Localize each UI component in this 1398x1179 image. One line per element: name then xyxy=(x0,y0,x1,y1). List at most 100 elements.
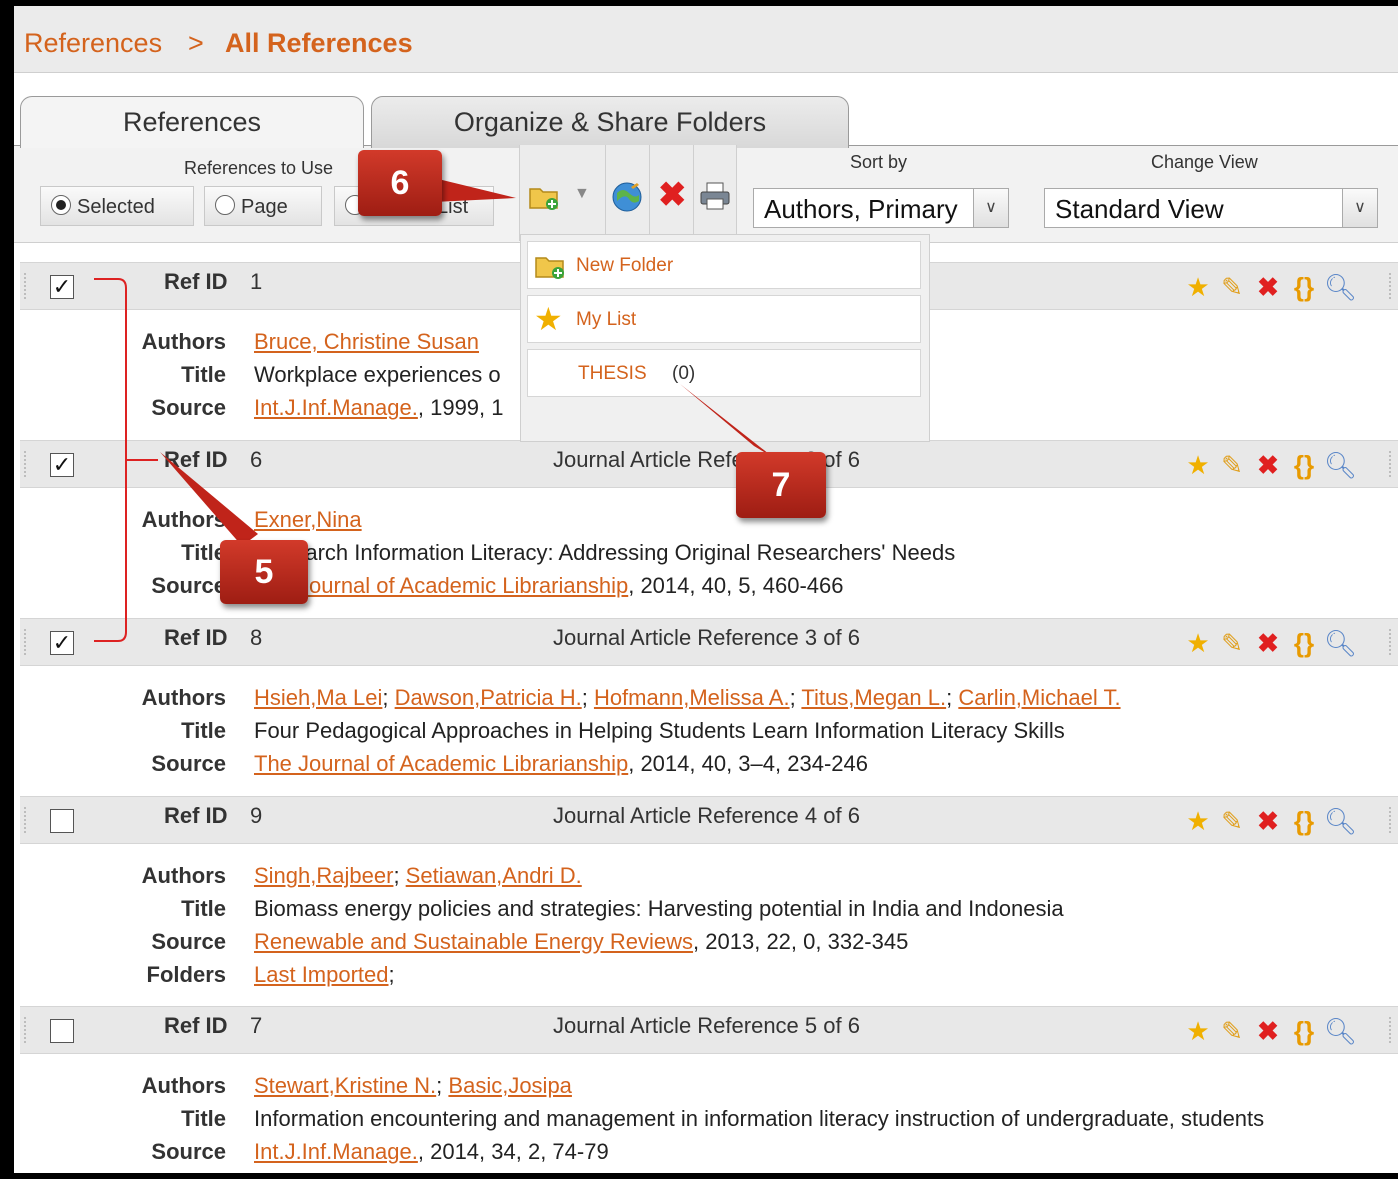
magnifier-icon[interactable]: 🔍︎ xyxy=(1324,628,1357,658)
drag-grip-icon[interactable] xyxy=(1389,451,1396,477)
callout-5: 5 xyxy=(220,540,308,604)
drag-grip-icon[interactable] xyxy=(1389,629,1396,655)
braces-icon[interactable]: {} xyxy=(1288,806,1320,836)
chevron-down-icon: ▼ xyxy=(574,185,590,202)
author-link[interactable]: Exner,Nina xyxy=(254,507,362,532)
menu-item-new-folder[interactable]: New Folder xyxy=(527,241,921,289)
drag-grip-icon[interactable] xyxy=(1389,1017,1396,1043)
braces-icon[interactable]: {} xyxy=(1288,272,1320,302)
source-link[interactable]: The Journal of Academic Librarianship xyxy=(254,573,628,598)
edit-icon[interactable]: ✎ xyxy=(1216,806,1248,836)
author-link[interactable]: Singh,Rajbeer xyxy=(254,863,393,888)
add-to-folder-button[interactable]: ▼ xyxy=(519,145,606,241)
author-link[interactable]: Dawson,Patricia H. xyxy=(395,685,582,710)
row-actions: ★ ✎ ✖ {} 🔍︎ xyxy=(1182,272,1372,302)
delete-x-icon[interactable]: ✖ xyxy=(1252,628,1284,658)
source-value: Renewable and Sustainable Energy Reviews… xyxy=(254,929,908,955)
ref-checkbox[interactable]: ✓ xyxy=(50,453,74,477)
delete-x-icon[interactable]: ✖ xyxy=(1252,1016,1284,1046)
menu-item-my-list[interactable]: ★ My List xyxy=(527,295,921,343)
magnifier-icon[interactable]: 🔍︎ xyxy=(1324,450,1357,480)
source-detail: , 2014, 40, 3–4, 234-246 xyxy=(628,751,868,776)
title-value: Information encountering and management … xyxy=(254,1106,1265,1131)
star-add-icon[interactable]: ★ xyxy=(1182,272,1214,302)
author-link[interactable]: Setiawan,Andri D. xyxy=(406,863,582,888)
author-link[interactable]: Stewart,Kristine N. xyxy=(254,1073,436,1098)
source-link[interactable]: Renewable and Sustainable Energy Reviews xyxy=(254,929,693,954)
tab-organize-share-folders[interactable]: Organize & Share Folders xyxy=(371,96,849,148)
magnifier-icon[interactable]: 🔍︎ xyxy=(1324,272,1357,302)
drag-grip-icon[interactable] xyxy=(1389,273,1396,299)
delete-x-icon[interactable]: ✖ xyxy=(1252,272,1284,302)
change-view-select[interactable]: Standard View ∨ xyxy=(1044,188,1378,228)
ref-row-header: ✓ Ref ID 6 Journal Article Reference 2 o… xyxy=(20,440,1398,488)
menu-item-thesis[interactable]: THESIS (0) xyxy=(527,349,921,397)
source-label: Source xyxy=(151,929,226,954)
author-link[interactable]: Hofmann,Melissa A. xyxy=(594,685,790,710)
radio-page-dot xyxy=(215,195,235,215)
printer-icon xyxy=(700,182,730,210)
edit-icon[interactable]: ✎ xyxy=(1216,272,1248,302)
source-label: Source xyxy=(151,1139,226,1164)
tab-references[interactable]: References xyxy=(20,96,364,148)
refid-value: 9 xyxy=(250,803,263,828)
reference-type: Journal Article Reference 4 of 6 xyxy=(553,803,860,828)
refid-label: Ref ID xyxy=(164,1013,228,1038)
source-label: Source xyxy=(151,573,226,598)
ref-checkbox[interactable] xyxy=(50,1019,74,1043)
source-link[interactable]: Int.J.Inf.Manage. xyxy=(254,395,418,420)
author-link[interactable]: Titus,Megan L. xyxy=(801,685,946,710)
star-add-icon[interactable]: ★ xyxy=(1182,628,1214,658)
source-label: Source xyxy=(151,395,226,420)
drag-grip-icon[interactable] xyxy=(24,629,31,655)
braces-icon[interactable]: {} xyxy=(1288,1016,1320,1046)
source-link[interactable]: The Journal of Academic Librarianship xyxy=(254,751,628,776)
sort-by-select[interactable]: Authors, Primary ∨ xyxy=(753,188,1009,228)
edit-icon[interactable]: ✎ xyxy=(1216,628,1248,658)
online-search-button[interactable] xyxy=(605,145,650,241)
refid-value: 7 xyxy=(250,1013,263,1038)
delete-button[interactable]: ✖ xyxy=(649,145,694,241)
edit-icon[interactable]: ✎ xyxy=(1216,1016,1248,1046)
radio-page[interactable]: Page xyxy=(204,186,322,226)
callout-7: 7 xyxy=(736,452,826,518)
title-value: Workplace experiences o xyxy=(254,362,501,387)
delete-x-icon[interactable]: ✖ xyxy=(1252,806,1284,836)
star-icon: ★ xyxy=(534,301,563,337)
delete-x-icon[interactable]: ✖ xyxy=(1252,450,1284,480)
magnifier-icon[interactable]: 🔍︎ xyxy=(1324,1016,1357,1046)
braces-icon[interactable]: {} xyxy=(1288,450,1320,480)
star-add-icon[interactable]: ★ xyxy=(1182,1016,1214,1046)
author-link[interactable]: Hsieh,Ma Lei xyxy=(254,685,382,710)
drag-grip-icon[interactable] xyxy=(24,273,31,299)
drag-grip-icon[interactable] xyxy=(1389,807,1396,833)
drag-grip-icon[interactable] xyxy=(24,807,31,833)
star-add-icon[interactable]: ★ xyxy=(1182,450,1214,480)
authors-value: Stewart,Kristine N.; Basic,Josipa xyxy=(254,1073,572,1098)
braces-icon[interactable]: {} xyxy=(1288,628,1320,658)
ref-checkbox[interactable] xyxy=(50,809,74,833)
source-link[interactable]: Int.J.Inf.Manage. xyxy=(254,1139,418,1164)
refid-label: Ref ID xyxy=(164,269,228,294)
star-add-icon[interactable]: ★ xyxy=(1182,806,1214,836)
breadcrumb-root-link[interactable]: References xyxy=(24,28,162,59)
radio-selected[interactable]: Selected xyxy=(40,186,194,226)
author-link[interactable]: Bruce, Christine Susan xyxy=(254,329,479,354)
refid-label: Ref ID xyxy=(164,803,228,828)
magnifier-icon[interactable]: 🔍︎ xyxy=(1324,806,1357,836)
drag-grip-icon[interactable] xyxy=(24,451,31,477)
author-link[interactable]: Carlin,Michael T. xyxy=(958,685,1120,710)
authors-value: Exner,Nina xyxy=(254,507,362,533)
print-button[interactable] xyxy=(693,145,737,241)
row-actions: ★ ✎ ✖ {} 🔍︎ xyxy=(1182,1016,1372,1046)
ref-checkbox[interactable]: ✓ xyxy=(50,631,74,655)
drag-grip-icon[interactable] xyxy=(24,1017,31,1043)
author-link[interactable]: Basic,Josipa xyxy=(448,1073,572,1098)
sort-by-value: Authors, Primary xyxy=(764,194,958,224)
ref-checkbox[interactable]: ✓ xyxy=(50,275,74,299)
folder-add-icon xyxy=(535,257,564,279)
authors-value: Bruce, Christine Susan xyxy=(254,329,479,355)
edit-icon[interactable]: ✎ xyxy=(1216,450,1248,480)
title-value: Research Information Literacy: Addressin… xyxy=(254,540,956,565)
folder-link[interactable]: Last Imported xyxy=(254,962,389,987)
